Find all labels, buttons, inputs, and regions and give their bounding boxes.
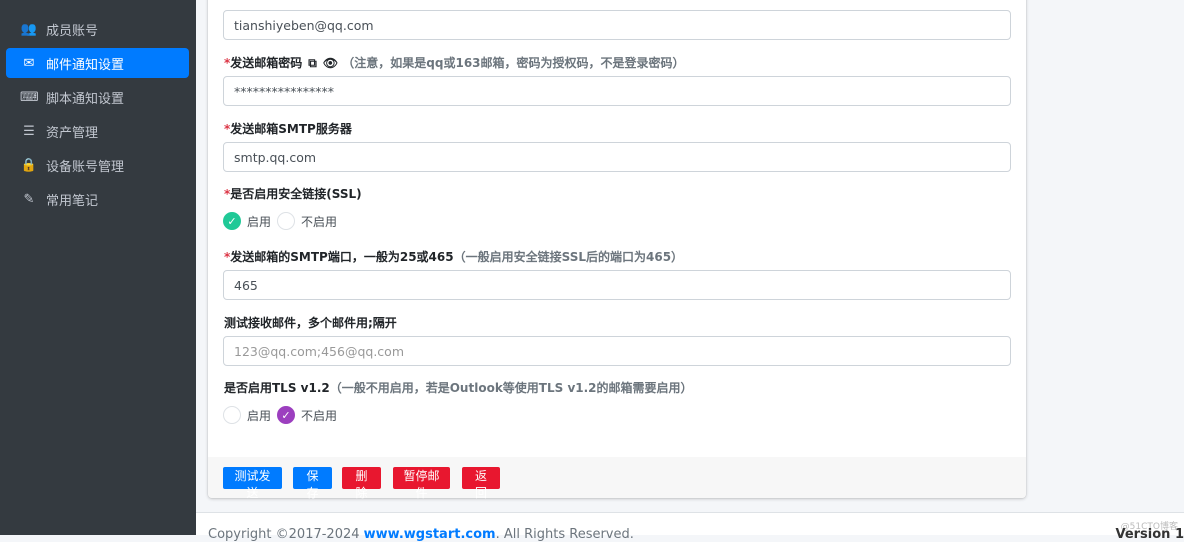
sidebar-item-assets[interactable]: ☰ 资产管理 [6,116,189,146]
lock-icon: 🔒 [20,157,38,173]
port-input[interactable] [223,270,1011,300]
sidebar-item-notes[interactable]: ✎ 常用笔记 [6,184,189,214]
server-icon: ☰ [23,123,35,139]
sidebar: 👥 成员账号 ✉ 邮件通知设置 ⌨ 脚本通知设置 ☰ 资产管理 🔒 设备账号管理 ✎ 常用笔… [0,0,196,535]
smtp-server-label: *发送邮箱SMTP服务器 [224,122,352,136]
pause-email-button[interactable]: 暂停邮件 [393,467,450,500]
check-icon: ✓ [277,406,295,424]
tls-enable-radio[interactable]: 启用 [223,406,271,424]
sidebar-item-device-accounts[interactable]: 🔒 设备账号管理 [6,150,189,180]
keyboard-icon: ⌨ [20,89,39,105]
sidebar-item-label: 资产管理 [46,125,99,141]
check-icon: ✓ [223,212,241,230]
delete-button[interactable]: 删 除 [342,467,381,500]
ssl-enable-radio[interactable]: ✓ 启用 [223,212,271,230]
sidebar-item-members[interactable]: 👥 成员账号 [6,14,189,44]
sidebar-item-label: 设备账号管理 [46,159,125,175]
sidebar-item-script-settings[interactable]: ⌨ 脚本通知设置 [6,82,189,112]
sidebar-item-label: 邮件通知设置 [46,57,125,73]
test-send-button[interactable]: 测试发送 [223,467,282,500]
eye-icon[interactable]: 👁 [323,56,338,70]
copy-icon[interactable]: ⧉ [308,56,317,70]
sidebar-item-label: 成员账号 [46,23,99,39]
password-label: *发送邮箱密码 ⧉ 👁 （注意，如果是qq或163邮箱，密码为授权码，不是登录密码） [224,56,685,70]
ssl-disable-radio[interactable]: 不启用 [277,212,337,230]
smtp-server-input[interactable] [223,142,1011,172]
envelope-icon: ✉ [23,55,35,71]
test-recipients-label: 测试接收邮件，多个邮件用;隔开 [224,316,397,330]
password-input[interactable] [223,76,1011,106]
save-button[interactable]: 保 存 [293,467,332,500]
port-label: *发送邮箱的SMTP端口，一般为25或465（一般启用安全链接SSL后的端口为4… [224,250,684,264]
sender-email-input[interactable] [223,10,1011,40]
edit-icon: ✎ [23,191,35,207]
sidebar-item-email-settings[interactable]: ✉ 邮件通知设置 [6,48,189,78]
ssl-label: *是否启用安全链接(SSL) [224,187,362,201]
test-recipients-input[interactable] [223,336,1011,366]
users-icon: 👥 [20,21,38,37]
page-footer: Copyright ©2017-2024 www.wgstart.com. Al… [196,512,1184,542]
sidebar-item-label: 脚本通知设置 [46,91,125,107]
tls-disable-radio[interactable]: ✓ 不启用 [277,406,337,424]
tls-label: 是否启用TLS v1.2（一般不用启用，若是Outlook等使用TLS v1.2… [224,381,693,395]
back-button[interactable]: 返 回 [462,467,500,500]
sidebar-item-label: 常用笔记 [46,193,99,209]
